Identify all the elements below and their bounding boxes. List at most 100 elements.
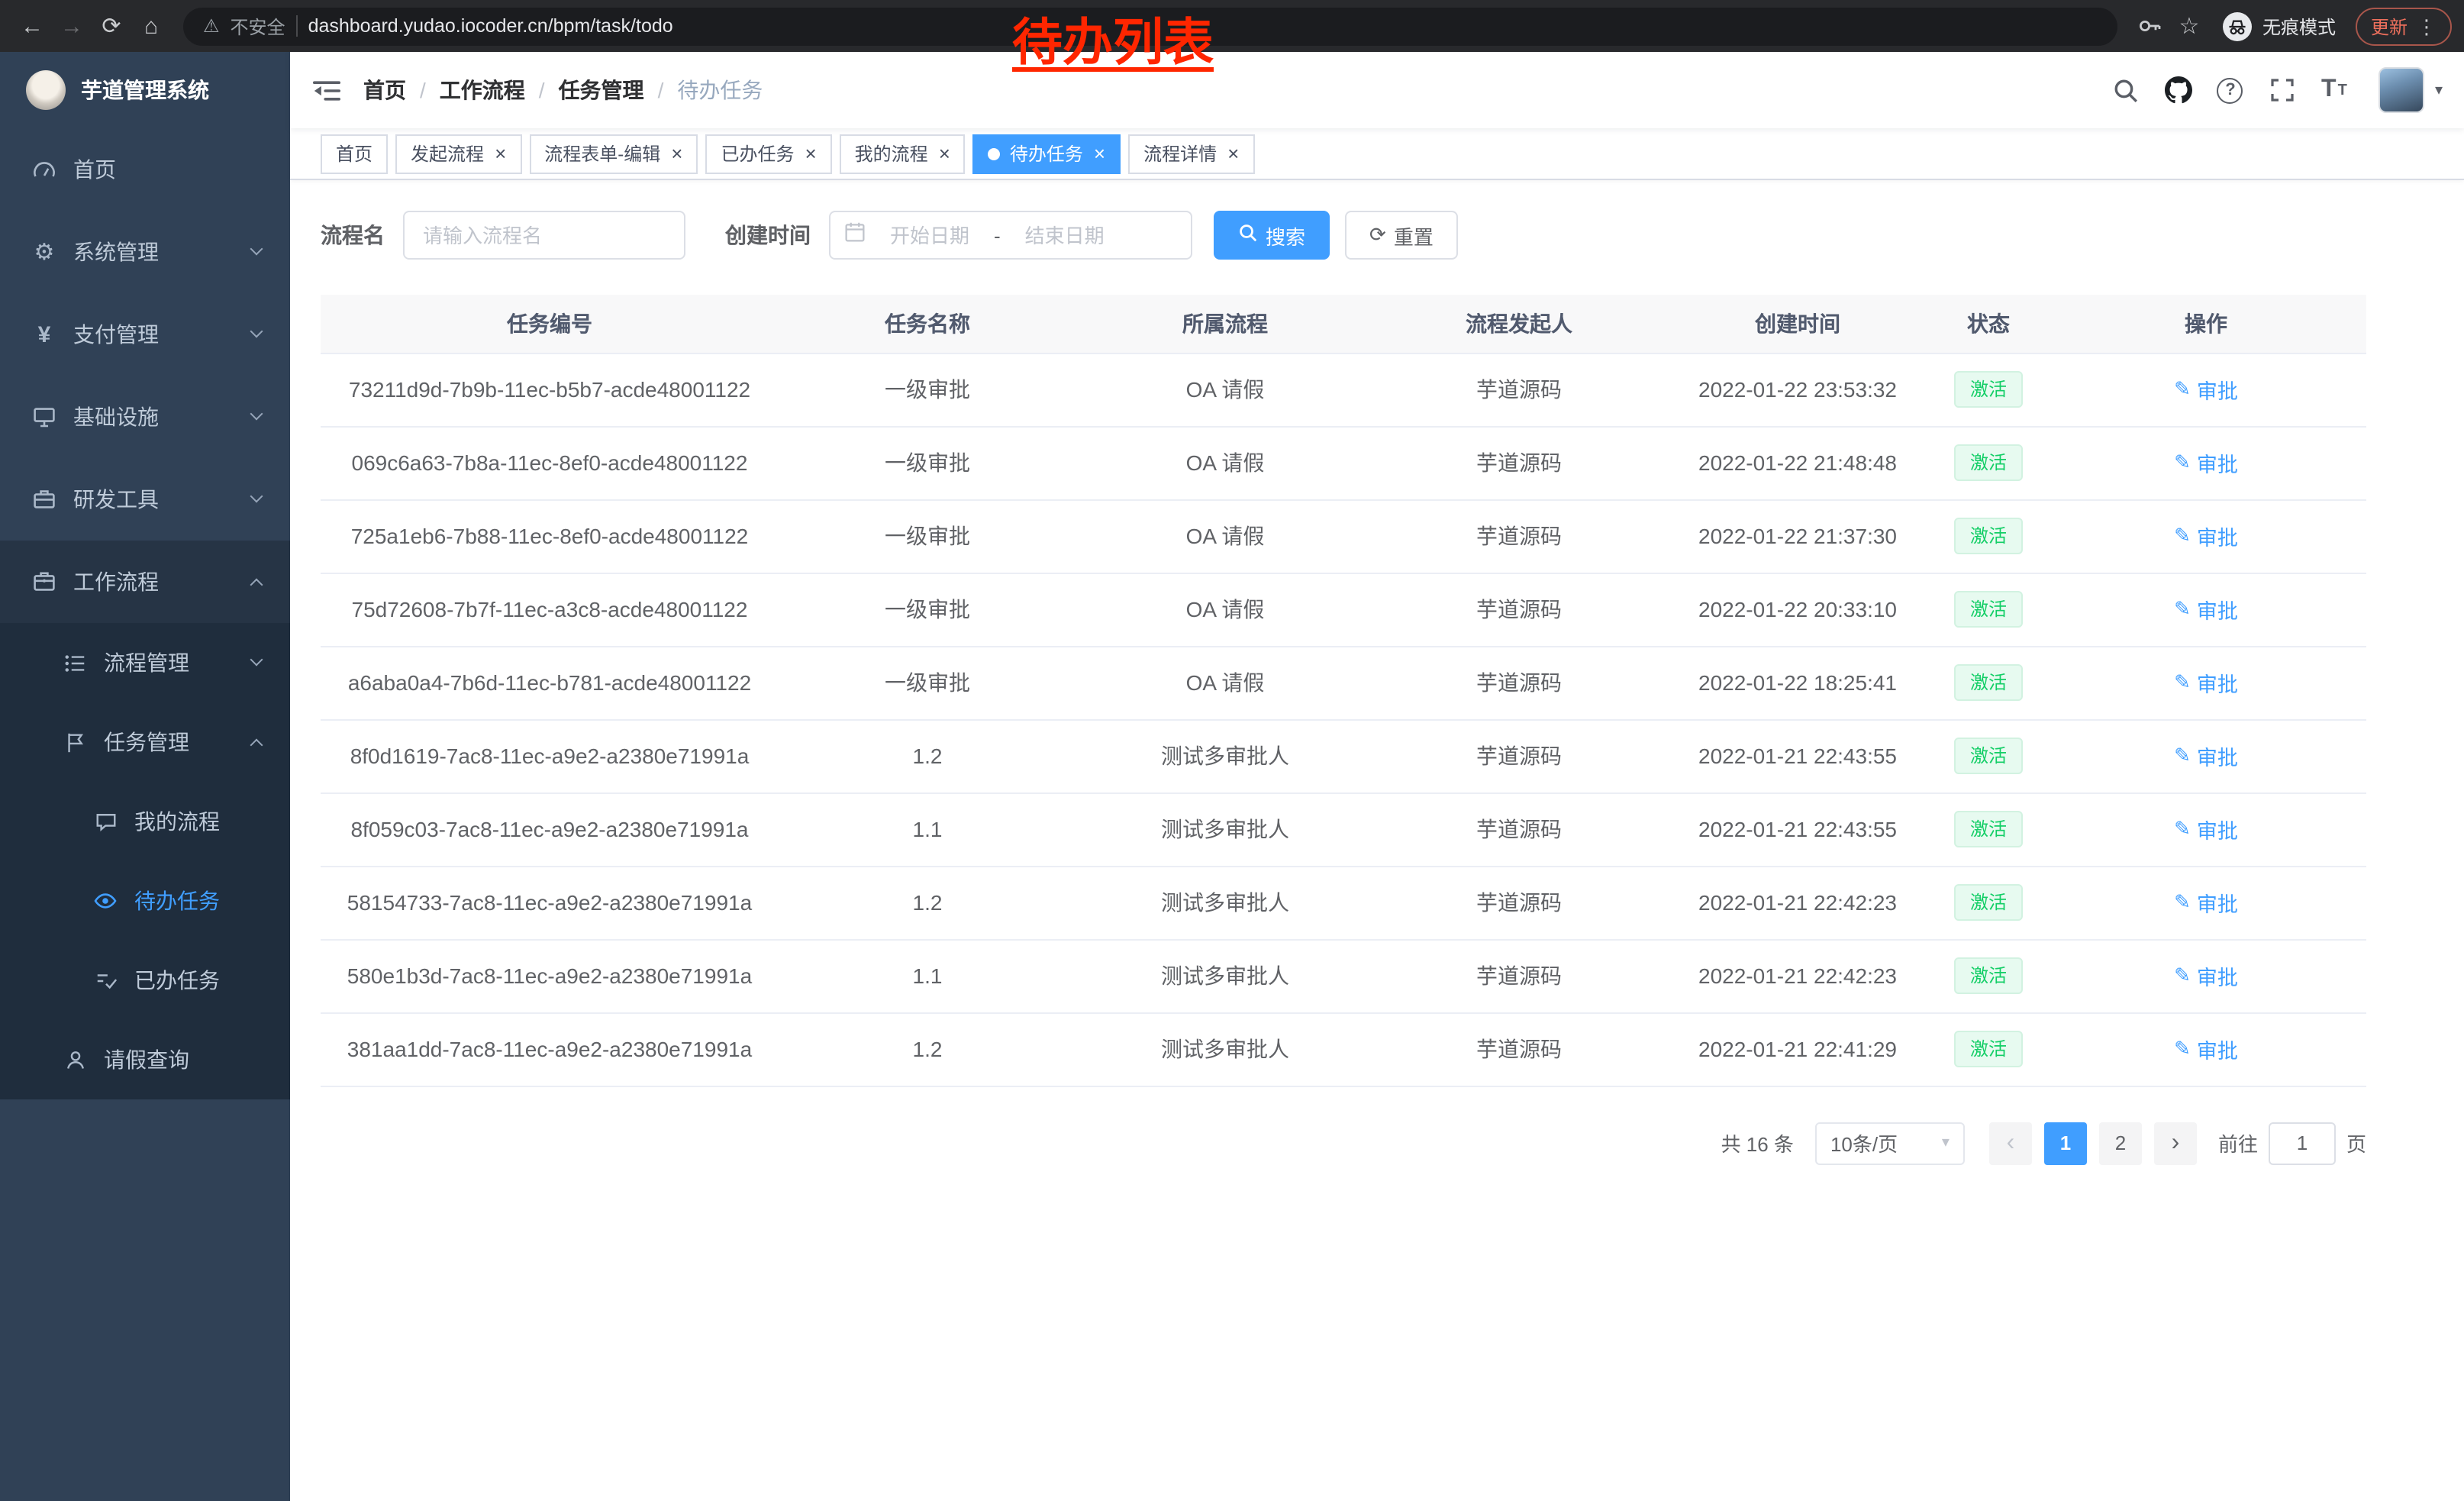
sidebar-item-payment[interactable]: ¥ 支付管理 — [0, 293, 290, 376]
page-button-1[interactable]: 1 — [2044, 1122, 2087, 1164]
sidebar-item-done-tasks[interactable]: 已办任务 — [0, 941, 290, 1020]
search-button[interactable]: 搜索 — [1214, 211, 1330, 260]
close-icon[interactable]: × — [939, 144, 950, 163]
breadcrumb-item[interactable]: 工作流程 — [440, 75, 525, 105]
update-button[interactable]: 更新 ⋮ — [2356, 7, 2452, 45]
tab-label: 流程详情 — [1143, 140, 1217, 166]
security-label: 不安全 — [231, 13, 285, 39]
approve-link[interactable]: ✎审批 — [2174, 374, 2238, 405]
reload-icon[interactable]: ⟳ — [92, 6, 131, 46]
tab-process-detail[interactable]: 流程详情 × — [1128, 134, 1254, 173]
incognito-label: 无痕模式 — [2262, 13, 2336, 39]
tab-home[interactable]: 首页 — [321, 134, 388, 173]
key-icon[interactable] — [2130, 6, 2169, 46]
approve-link[interactable]: ✎审批 — [2174, 594, 2238, 625]
list-icon — [61, 649, 89, 676]
status-badge: 激活 — [1955, 371, 2022, 408]
cell-initiator: 芋道源码 — [1374, 939, 1664, 1012]
date-range-picker[interactable]: - — [829, 211, 1192, 260]
cell-task-name: 一级审批 — [779, 646, 1076, 719]
back-icon[interactable]: ← — [12, 6, 52, 46]
cell-created: 2022-01-21 22:43:55 — [1664, 719, 1931, 792]
goto-label: 前往 — [2218, 1128, 2258, 1157]
sidebar-item-label: 我的流程 — [134, 806, 220, 837]
cell-process: OA 请假 — [1076, 499, 1374, 573]
sidebar-item-task-management[interactable]: 任务管理 — [0, 702, 290, 782]
sidebar-item-label: 请假查询 — [104, 1044, 189, 1075]
fullscreen-icon[interactable] — [2256, 52, 2308, 128]
approve-link[interactable]: ✎审批 — [2174, 447, 2238, 478]
home-icon[interactable]: ⌂ — [131, 6, 171, 46]
close-icon[interactable]: × — [495, 144, 506, 163]
sidebar-item-process-management[interactable]: 流程管理 — [0, 623, 290, 702]
chevron-down-icon — [250, 243, 263, 256]
tabs-bar: 首页 发起流程 × 流程表单-编辑 × 已办任务 × 我的流程 × — [290, 128, 2464, 180]
page-size-select[interactable]: 10条/页 ▾ — [1815, 1122, 1965, 1164]
approve-link-label: 审批 — [2197, 594, 2238, 625]
forward-icon[interactable]: → — [52, 6, 92, 46]
status-badge: 激活 — [1955, 957, 2022, 994]
approve-link[interactable]: ✎审批 — [2174, 887, 2238, 918]
reset-button[interactable]: ⟳ 重置 — [1345, 211, 1458, 260]
tab-done-tasks[interactable]: 已办任务 × — [705, 134, 831, 173]
breadcrumb: 首页 / 工作流程 / 任务管理 / 待办任务 — [363, 75, 763, 105]
sidebar-item-leave-query[interactable]: 请假查询 — [0, 1020, 290, 1099]
breadcrumb-item[interactable]: 任务管理 — [559, 75, 644, 105]
cell-initiator: 芋道源码 — [1374, 573, 1664, 646]
approve-link[interactable]: ✎审批 — [2174, 521, 2238, 551]
sidebar-item-dev-tools[interactable]: 研发工具 — [0, 458, 290, 541]
cell-initiator: 芋道源码 — [1374, 426, 1664, 499]
close-icon[interactable]: × — [671, 144, 682, 163]
question-mark-icon: ? — [2217, 77, 2243, 103]
sidebar-item-workflow[interactable]: 工作流程 — [0, 541, 290, 623]
cell-created: 2022-01-22 20:33:10 — [1664, 573, 1931, 646]
cell-process: 测试多审批人 — [1076, 866, 1374, 939]
close-icon[interactable]: × — [1094, 144, 1105, 163]
search-icon[interactable] — [2101, 52, 2153, 128]
approve-link[interactable]: ✎审批 — [2174, 814, 2238, 844]
chevron-up-icon — [250, 579, 263, 592]
incognito-badge: 无痕模式 — [2223, 11, 2336, 40]
address-bar[interactable]: ⚠ 不安全 dashboard.yudao.iocoder.cn/bpm/tas… — [183, 7, 2117, 45]
user-menu[interactable]: ▾ — [2379, 67, 2443, 113]
goto-page-input[interactable] — [2269, 1122, 2336, 1164]
process-name-input[interactable] — [403, 211, 685, 260]
end-date-input[interactable] — [1007, 224, 1123, 247]
help-icon[interactable]: ? — [2204, 52, 2256, 128]
col-initiator: 流程发起人 — [1374, 295, 1664, 353]
start-date-input[interactable] — [872, 224, 988, 247]
avatar[interactable] — [2379, 67, 2424, 113]
page-button-2[interactable]: 2 — [2099, 1122, 2142, 1164]
eye-icon — [92, 887, 119, 915]
approve-link[interactable]: ✎审批 — [2174, 1034, 2238, 1064]
next-page-button[interactable]: › — [2154, 1122, 2197, 1164]
chat-icon — [92, 808, 119, 835]
github-icon[interactable] — [2153, 52, 2204, 128]
sidebar-item-my-process[interactable]: 我的流程 — [0, 782, 290, 861]
page-size-value: 10条/页 — [1830, 1128, 1898, 1157]
sidebar-collapse-icon[interactable] — [290, 52, 363, 128]
close-icon[interactable]: × — [1227, 144, 1239, 163]
table-header-row: 任务编号 任务名称 所属流程 流程发起人 创建时间 状态 操作 — [321, 295, 2366, 353]
tab-process-form-edit[interactable]: 流程表单-编辑 × — [529, 134, 698, 173]
sidebar-item-infrastructure[interactable]: 基础设施 — [0, 376, 290, 458]
sidebar-item-label: 任务管理 — [104, 727, 189, 757]
approve-link[interactable]: ✎审批 — [2174, 960, 2238, 991]
tab-start-process[interactable]: 发起流程 × — [395, 134, 521, 173]
next-icon: › — [2172, 1131, 2180, 1155]
sidebar-item-system[interactable]: ⚙ 系统管理 — [0, 211, 290, 293]
bookmark-star-icon[interactable]: ☆ — [2169, 6, 2209, 46]
tab-my-process[interactable]: 我的流程 × — [840, 134, 966, 173]
tab-todo-tasks[interactable]: 待办任务 × — [973, 134, 1121, 173]
app-logo-row[interactable]: 芋道管理系统 — [0, 52, 290, 128]
sidebar-item-home[interactable]: 首页 — [0, 128, 290, 211]
close-icon[interactable]: × — [805, 144, 816, 163]
col-process: 所属流程 — [1076, 295, 1374, 353]
prev-page-button[interactable]: ‹ — [1989, 1122, 2032, 1164]
font-size-icon[interactable]: T T — [2308, 52, 2360, 128]
approve-link[interactable]: ✎审批 — [2174, 667, 2238, 698]
breadcrumb-item[interactable]: 首页 — [363, 75, 406, 105]
approve-link[interactable]: ✎审批 — [2174, 741, 2238, 771]
sidebar-item-todo-tasks[interactable]: 待办任务 — [0, 861, 290, 941]
browser-menu-icon[interactable]: ⋮ — [2417, 16, 2437, 36]
